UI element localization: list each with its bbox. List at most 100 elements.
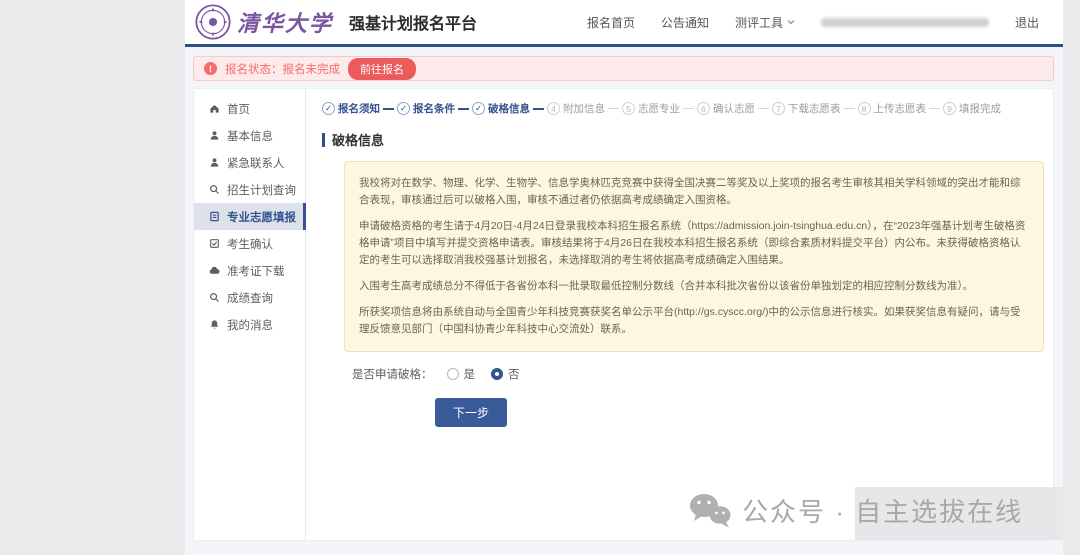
sidebar-item-label: 基本信息 (227, 128, 273, 144)
nav-announcements[interactable]: 公告通知 (661, 14, 709, 31)
step-9: 9填报完成 (943, 101, 1001, 116)
user-name-redacted (821, 18, 989, 27)
search-icon (209, 292, 220, 303)
next-step-button[interactable]: 下一步 (435, 398, 507, 427)
sidebar-item-label: 招生计划查询 (227, 182, 296, 198)
question-label: 是否申请破格： (352, 366, 433, 382)
radio-label: 否 (508, 366, 520, 382)
radio-option-no[interactable]: 否 (491, 366, 520, 382)
chevron-down-icon (787, 19, 795, 25)
sidebar-item-label: 专业志愿填报 (227, 209, 296, 225)
step-wizard: ✓报名须知 ✓报名条件 ✓破格信息 4附加信息 5志愿专业 6确认志愿 7下载志… (322, 101, 1044, 116)
page-background: 清华大学 强基计划报名平台 报名首页 公告通知 测评工具 退出 报名状态：报名未… (0, 0, 1080, 555)
notice-paragraph: 所获奖项信息将由系统自动与全国青少年科技竞赛获奖名单公示平台(http://gs… (359, 304, 1029, 338)
notice-paragraph: 我校将对在数学、物理、化学、生物学、信息学奥林匹克竞赛中获得全国决赛二等奖及以上… (359, 175, 1029, 209)
nav-logout[interactable]: 退出 (1015, 14, 1039, 31)
step-label: 附加信息 (563, 101, 605, 116)
header-nav: 报名首页 公告通知 测评工具 退出 (587, 14, 1039, 31)
step-label: 填报完成 (959, 101, 1001, 116)
step-number: 9 (943, 102, 956, 115)
university-name: 清华大学 (237, 6, 333, 38)
sidebar-item-label: 我的消息 (227, 317, 273, 333)
step-label: 报名条件 (413, 101, 455, 116)
header: 清华大学 强基计划报名平台 报名首页 公告通知 测评工具 退出 (185, 0, 1063, 47)
alert-status-text: 报名状态：报名未完成 (225, 61, 340, 77)
step-8: 8上传志愿表 (858, 101, 927, 116)
nav-assessment-tools-label: 测评工具 (735, 14, 783, 31)
step-connector (608, 108, 619, 109)
sidebar-item-score-query[interactable]: 成绩查询 (194, 284, 305, 311)
step-connector (929, 108, 940, 109)
home-icon (209, 103, 220, 114)
bell-icon (209, 319, 220, 330)
section-title-text: 破格信息 (332, 130, 384, 149)
sidebar-item-ticket-download[interactable]: 准考证下载 (194, 257, 305, 284)
step-number: 4 (547, 102, 560, 115)
nav-registration-home[interactable]: 报名首页 (587, 14, 635, 31)
radio-selected-icon[interactable] (491, 368, 503, 380)
notice-paragraph: 申请破格资格的考生请于4月20日-4月24日登录我校本科招生报名系统（https… (359, 218, 1029, 269)
sidebar-item-label: 首页 (227, 101, 250, 117)
content-area: ✓报名须知 ✓报名条件 ✓破格信息 4附加信息 5志愿专业 6确认志愿 7下载志… (306, 89, 1060, 540)
step-connector (383, 108, 394, 110)
step-check-icon: ✓ (397, 102, 410, 115)
user-icon (209, 130, 220, 141)
go-register-button[interactable]: 前往报名 (348, 58, 416, 80)
step-number: 7 (772, 102, 785, 115)
step-2: ✓报名条件 (397, 101, 455, 116)
sidebar-item-label: 紧急联系人 (227, 155, 285, 171)
sidebar-item-emergency-contact[interactable]: 紧急联系人 (194, 149, 305, 176)
sidebar-item-candidate-confirm[interactable]: 考生确认 (194, 230, 305, 257)
section-title: 破格信息 (322, 130, 1044, 149)
step-label: 报名须知 (338, 101, 380, 116)
radio-label: 是 (464, 366, 476, 382)
sidebar-item-major-preference[interactable]: 专业志愿填报 (194, 203, 305, 230)
step-connector (533, 108, 544, 110)
watermark-backdrop (855, 487, 1063, 540)
tsinghua-logo (195, 4, 231, 40)
sidebar-item-label: 成绩查询 (227, 290, 273, 306)
step-number: 6 (697, 102, 710, 115)
sidebar-item-basic-info[interactable]: 基本信息 (194, 122, 305, 149)
step-3: ✓破格信息 (472, 101, 530, 116)
step-connector (458, 108, 469, 110)
step-7: 7下载志愿表 (772, 101, 841, 116)
radio-group: 是 否 (447, 366, 520, 382)
notice-paragraph: 入围考生高考成绩总分不得低于各省份本科一批录取最低控制分数线（合并本科批次省份以… (359, 278, 1029, 295)
sidebar-item-my-messages[interactable]: 我的消息 (194, 311, 305, 338)
platform-title: 强基计划报名平台 (349, 10, 477, 34)
section-title-bar (322, 133, 325, 147)
check-square-icon (209, 238, 220, 249)
step-connector (758, 108, 769, 109)
sidebar-item-label: 准考证下载 (227, 263, 285, 279)
step-check-icon: ✓ (322, 102, 335, 115)
step-label: 志愿专业 (638, 101, 680, 116)
alert-icon (204, 62, 217, 75)
sidebar: 首页 基本信息 紧急联系人 招生计划查询 专业志愿填报 考生确认 (194, 89, 306, 540)
clipboard-icon (209, 211, 220, 222)
radio-unselected-icon[interactable] (447, 368, 459, 380)
step-number: 8 (858, 102, 871, 115)
sidebar-item-label: 考生确认 (227, 236, 273, 252)
step-label: 下载志愿表 (788, 101, 841, 116)
sidebar-item-admission-plan-query[interactable]: 招生计划查询 (194, 176, 305, 203)
registration-status-alert: 报名状态：报名未完成 前往报名 (193, 56, 1054, 81)
step-5: 5志愿专业 (622, 101, 680, 116)
step-label: 上传志愿表 (874, 101, 927, 116)
main-card: 首页 基本信息 紧急联系人 招生计划查询 专业志愿填报 考生确认 (193, 88, 1054, 541)
step-label: 确认志愿 (713, 101, 755, 116)
step-label: 破格信息 (488, 101, 530, 116)
step-4: 4附加信息 (547, 101, 605, 116)
sidebar-item-home[interactable]: 首页 (194, 95, 305, 122)
user-icon (209, 157, 220, 168)
step-6: 6确认志愿 (697, 101, 755, 116)
radio-option-yes[interactable]: 是 (447, 366, 476, 382)
step-1: ✓报名须知 (322, 101, 380, 116)
nav-assessment-tools[interactable]: 测评工具 (735, 14, 795, 31)
step-number: 5 (622, 102, 635, 115)
cloud-download-icon (209, 265, 220, 276)
step-check-icon: ✓ (472, 102, 485, 115)
step-connector (844, 108, 855, 109)
step-connector (683, 108, 694, 109)
search-icon (209, 184, 220, 195)
